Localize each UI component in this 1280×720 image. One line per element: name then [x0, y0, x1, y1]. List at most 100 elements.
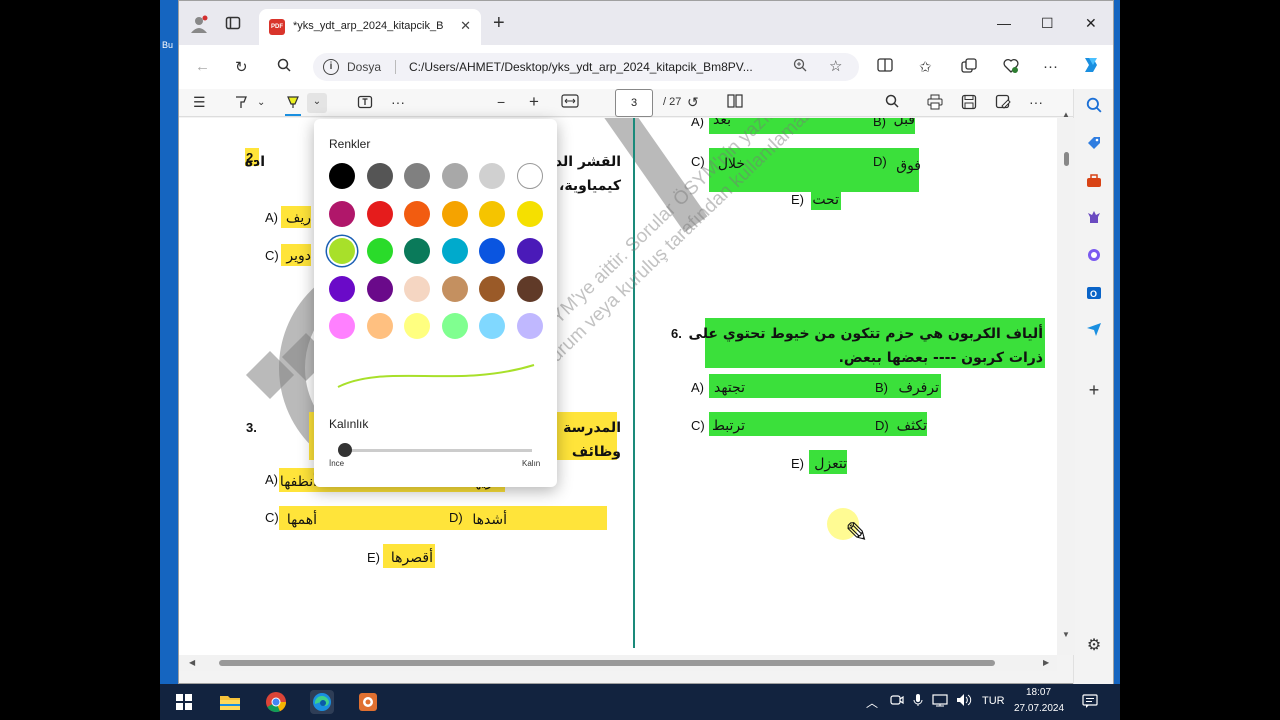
- notification-icon[interactable]: [1082, 693, 1098, 712]
- color-swatch[interactable]: [366, 275, 393, 302]
- horizontal-scrollbar[interactable]: ◀ ▶: [179, 655, 1057, 671]
- color-swatch[interactable]: [404, 163, 431, 189]
- address-field[interactable]: i Dosya C:/Users/AHMET/Desktop/yks_ydt_a…: [313, 53, 859, 81]
- color-swatch[interactable]: [517, 163, 543, 189]
- color-swatch[interactable]: [329, 313, 355, 339]
- highlight-options-chevron-icon[interactable]: ⌄: [307, 93, 327, 113]
- zoom-out-icon[interactable]: −: [497, 94, 505, 110]
- color-swatch[interactable]: [404, 238, 431, 264]
- color-swatch[interactable]: [329, 163, 355, 189]
- chrome-icon[interactable]: [264, 690, 288, 714]
- color-swatch[interactable]: [479, 275, 506, 302]
- refresh-icon[interactable]: ↻: [235, 58, 248, 76]
- color-swatch[interactable]: [329, 275, 355, 302]
- save-as-icon[interactable]: [995, 94, 1011, 113]
- color-swatch[interactable]: [404, 313, 431, 339]
- input-language[interactable]: TUR: [982, 695, 1005, 707]
- color-swatch[interactable]: [441, 238, 468, 264]
- page-number-input[interactable]: 3: [615, 89, 653, 117]
- thickness-slider[interactable]: [340, 449, 532, 452]
- color-swatch[interactable]: [479, 313, 506, 339]
- zoom-icon[interactable]: [793, 58, 807, 77]
- settings-icon[interactable]: ⚙: [1085, 637, 1103, 655]
- horizontal-scroll-thumb[interactable]: [219, 660, 995, 666]
- address-url[interactable]: C:/Users/AHMET/Desktop/yks_ydt_arp_2024_…: [409, 60, 779, 74]
- fit-width-icon[interactable]: [561, 94, 579, 111]
- search-icon[interactable]: [277, 58, 291, 76]
- games-icon[interactable]: [1085, 209, 1103, 227]
- copilot-icon[interactable]: [1081, 55, 1101, 79]
- send-icon[interactable]: [1085, 321, 1103, 339]
- color-swatch[interactable]: [366, 163, 393, 189]
- meet-icon[interactable]: [890, 693, 904, 710]
- network-icon[interactable]: [932, 693, 948, 710]
- copilot-sidebar-icon[interactable]: [1085, 247, 1103, 265]
- vertical-scrollbar[interactable]: ▲ ▼: [1057, 110, 1075, 655]
- color-swatch[interactable]: [517, 238, 543, 264]
- pdf-more-icon[interactable]: ···: [1029, 94, 1043, 110]
- contents-icon[interactable]: ☰: [193, 94, 206, 111]
- color-swatch[interactable]: [329, 200, 355, 227]
- page-view-icon[interactable]: [727, 94, 743, 111]
- toolbar-more-icon[interactable]: ···: [391, 94, 405, 110]
- more-icon[interactable]: ···: [1043, 58, 1058, 75]
- scroll-left-icon[interactable]: ◀: [189, 658, 195, 667]
- scroll-down-icon[interactable]: ▼: [1062, 630, 1070, 639]
- draw-icon[interactable]: [233, 94, 249, 113]
- profile-icon[interactable]: [190, 15, 208, 33]
- clock-date[interactable]: 27.07.2024: [1014, 703, 1064, 714]
- favorite-icon[interactable]: ☆: [829, 57, 842, 75]
- edge-icon[interactable]: [310, 690, 334, 714]
- add-sidebar-icon[interactable]: +: [1085, 381, 1103, 399]
- tab-close-icon[interactable]: ✕: [460, 18, 471, 34]
- color-swatch[interactable]: [517, 275, 543, 302]
- color-swatch[interactable]: [441, 275, 468, 302]
- color-swatch[interactable]: [441, 200, 468, 227]
- maximize-icon[interactable]: ☐: [1041, 15, 1054, 32]
- new-tab-icon[interactable]: +: [493, 12, 505, 35]
- close-icon[interactable]: ✕: [1085, 15, 1097, 32]
- color-swatch[interactable]: [329, 238, 355, 264]
- sidebar-search-icon[interactable]: [1085, 97, 1103, 115]
- scroll-right-icon[interactable]: ▶: [1043, 658, 1049, 667]
- color-swatch[interactable]: [366, 238, 393, 264]
- favorites-icon[interactable]: ✩: [919, 58, 932, 76]
- collections-icon[interactable]: [961, 58, 977, 78]
- browser-essentials-icon[interactable]: [1003, 58, 1019, 78]
- color-swatch[interactable]: [517, 313, 543, 339]
- color-swatch[interactable]: [441, 313, 468, 339]
- color-swatch[interactable]: [479, 163, 506, 189]
- color-swatch[interactable]: [479, 200, 506, 227]
- tools-icon[interactable]: [1085, 173, 1103, 191]
- desktop-icon-label[interactable]: Bu: [162, 40, 173, 50]
- site-info-icon[interactable]: i: [323, 59, 339, 75]
- volume-icon[interactable]: [956, 693, 972, 710]
- chevron-up-icon[interactable]: ︿: [866, 694, 878, 711]
- vertical-scroll-thumb[interactable]: [1064, 152, 1069, 166]
- color-swatch[interactable]: [404, 200, 431, 227]
- zoom-in-icon[interactable]: +: [529, 92, 539, 112]
- color-swatch[interactable]: [479, 238, 506, 264]
- outlook-icon[interactable]: O: [1085, 285, 1103, 303]
- save-icon[interactable]: [961, 94, 977, 113]
- minimize-icon[interactable]: —: [997, 15, 1011, 31]
- clock-time[interactable]: 18:07: [1026, 687, 1051, 698]
- active-tab[interactable]: PDF *yks_ydt_arp_2024_kitapcik_Bm8l ✕: [259, 9, 481, 45]
- color-swatch[interactable]: [404, 275, 431, 302]
- text-box-icon[interactable]: [357, 94, 373, 113]
- mic-icon[interactable]: [912, 693, 924, 710]
- back-icon[interactable]: ←: [195, 58, 210, 75]
- scroll-up-icon[interactable]: ▲: [1062, 110, 1070, 119]
- draw-options-chevron-icon[interactable]: ⌄: [257, 97, 265, 108]
- find-icon[interactable]: [885, 94, 899, 111]
- start-icon[interactable]: [172, 690, 196, 714]
- color-swatch[interactable]: [366, 200, 393, 227]
- print-icon[interactable]: [927, 94, 943, 113]
- color-swatch[interactable]: [517, 200, 543, 227]
- highlight-icon[interactable]: [285, 94, 301, 116]
- split-icon[interactable]: [877, 58, 893, 76]
- color-swatch[interactable]: [441, 163, 468, 189]
- tab-actions-icon[interactable]: [224, 15, 242, 33]
- file-explorer-icon[interactable]: [218, 690, 242, 714]
- thickness-slider-knob[interactable]: [338, 443, 352, 457]
